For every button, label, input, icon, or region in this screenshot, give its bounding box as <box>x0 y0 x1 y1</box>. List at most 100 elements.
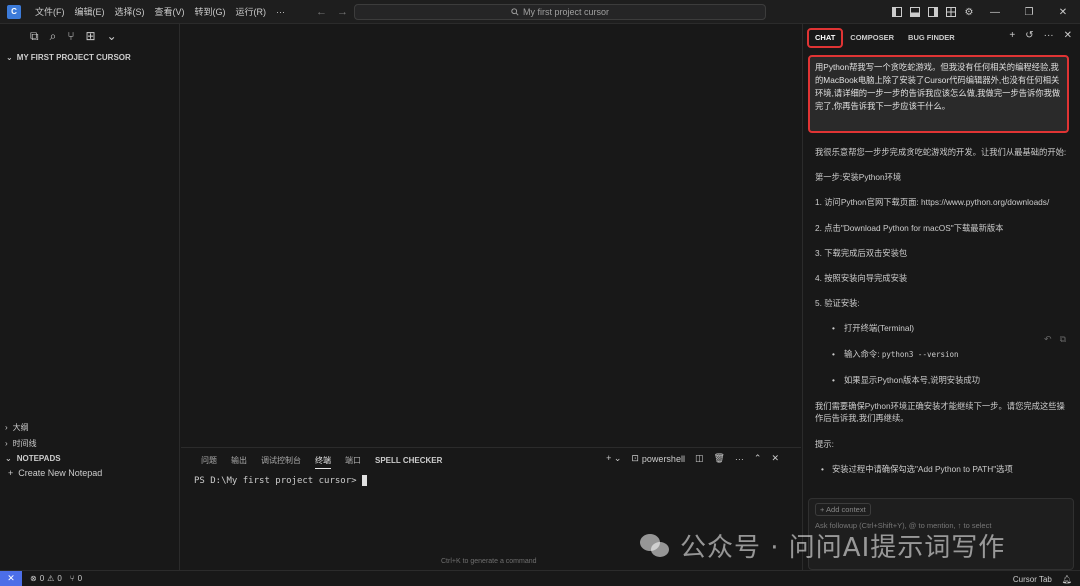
terminal-output[interactable]: PS D:\My first project cursor> <box>194 475 367 486</box>
project-header[interactable]: ⌄ MY FIRST PROJECT CURSOR <box>6 53 131 62</box>
section-notepads[interactable]: ⌄ NOTEPADS <box>5 454 61 463</box>
menu-selection[interactable]: 选择(S) <box>110 0 150 24</box>
tab-problems[interactable]: 问题 <box>194 448 224 474</box>
shell-name: powershell <box>641 453 685 464</box>
port-count: 0 <box>77 574 83 583</box>
more-icon[interactable]: ··· <box>735 454 744 464</box>
tab-chat[interactable]: CHAT <box>807 28 844 48</box>
tab-output[interactable]: 输出 <box>224 448 254 474</box>
extensions-icon[interactable]: ⊞ <box>86 29 96 43</box>
section-timeline[interactable]: › 时间线 <box>5 438 37 449</box>
search-text: My first project cursor <box>522 7 609 17</box>
cursor-tab-status[interactable]: Cursor Tab <box>1013 575 1052 584</box>
tab-terminal[interactable]: 终端 <box>308 448 338 474</box>
minimize-icon[interactable]: — <box>978 0 1012 24</box>
title-bar: C 文件(F) 编辑(E) 选择(S) 查看(V) 转到(G) 运行(R) ··… <box>0 0 1080 24</box>
close-icon[interactable]: ✕ <box>1064 30 1072 41</box>
restore-icon[interactable]: ❐ <box>1012 0 1046 24</box>
verify-open-terminal: 打开终端(Terminal) <box>815 322 1071 335</box>
menu-edit[interactable]: 编辑(E) <box>70 0 110 24</box>
wechat-logo-icon <box>638 532 672 560</box>
remote-icon[interactable]: ✕ <box>0 570 22 586</box>
section-label: 时间线 <box>12 439 37 448</box>
history-icon[interactable]: ↺ <box>1025 30 1033 41</box>
chevron-right-icon: › <box>5 423 8 432</box>
menu-run[interactable]: 运行(R) <box>231 0 272 24</box>
menu-file[interactable]: 文件(F) <box>30 0 70 24</box>
tab-ports[interactable]: 端口 <box>338 448 368 474</box>
section-label: 大纲 <box>12 423 29 432</box>
response-followup-note: 我们需要确保Python环境正确安装才能继续下一步。请您完成这些操作后告诉我,我… <box>815 400 1065 424</box>
editor-area[interactable] <box>181 24 801 447</box>
copy-icon[interactable]: ⧉ <box>1060 334 1066 345</box>
tab-bug-finder[interactable]: BUG FINDER <box>901 30 962 46</box>
verify-input-command: 输入命令: python3 --version <box>815 348 1071 362</box>
app-logo: C <box>7 4 21 19</box>
new-terminal-icon[interactable]: + ⌄ <box>606 453 621 464</box>
new-chat-icon[interactable]: + <box>1009 30 1015 41</box>
layout-grid-icon[interactable] <box>942 0 960 24</box>
watermark-text: 公众号 · 问问AI提示词写作 <box>680 533 1006 563</box>
error-count: 0 <box>39 574 45 583</box>
undo-icon[interactable]: ↶ <box>1044 334 1052 345</box>
chat-tabs: CHAT COMPOSER BUG FINDER <box>803 28 962 48</box>
bell-icon[interactable]: 🔔︎ <box>1062 575 1072 584</box>
response-step-title: 第一步:安装Python环境 <box>815 172 902 183</box>
chevron-down-icon[interactable]: ⌄ <box>107 29 117 43</box>
trash-icon[interactable]: 🗑 <box>713 453 724 464</box>
layout-sidebar-right-icon[interactable] <box>924 0 942 24</box>
menu-bar: 文件(F) 编辑(E) 选择(S) 查看(V) 转到(G) 运行(R) ··· <box>30 0 290 24</box>
ports-status[interactable]: ⑂ 0 <box>70 574 82 583</box>
terminal-shell-selector[interactable]: ⊡ powershell <box>631 453 685 464</box>
user-prompt-message[interactable]: 用Python帮我写一个贪吃蛇游戏。但我没有任何相关的编程经验,我的MacBoo… <box>808 55 1069 133</box>
status-bar: ✕ ⊗ 0 ⚠ 0 ⑂ 0 Cursor Tab 🔔︎ <box>0 570 1080 586</box>
layout-sidebar-left-icon[interactable] <box>888 0 906 24</box>
port-icon: ⑂ <box>69 574 75 583</box>
terminal-hint: Ctrl+K to generate a command <box>441 558 537 565</box>
tab-composer[interactable]: COMPOSER <box>843 30 901 46</box>
message-actions: ↶ ⧉ <box>1044 334 1066 345</box>
more-icon[interactable]: ··· <box>1044 30 1054 41</box>
error-icon: ⊗ <box>30 574 37 583</box>
assistant-response: 我很乐意帮您一步步完成贪吃蛇游戏的开发。让我们从最基础的开始: 第一步:安装Py… <box>815 146 1071 488</box>
inline-code: python3 --version <box>881 349 959 359</box>
menu-view[interactable]: 查看(V) <box>150 0 190 24</box>
tab-spell-checker[interactable]: SPELL CHECKER <box>368 448 449 474</box>
response-step-3: 3. 下载完成后双击安装包 <box>815 247 908 258</box>
section-outline[interactable]: › 大纲 <box>5 422 29 433</box>
terminal-cursor <box>361 475 367 486</box>
sidebar-toolbar: ⧉ ⌕ ⑂ ⊞ ⌄ <box>0 24 179 48</box>
gear-icon[interactable]: ⚙ <box>960 0 978 24</box>
response-step-4: 4. 按照安装向导完成安装 <box>815 272 908 283</box>
split-terminal-icon[interactable]: ◫ <box>695 453 704 464</box>
layout-panel-icon[interactable] <box>906 0 924 24</box>
response-intro: 我很乐意帮您一步步完成贪吃蛇游戏的开发。让我们从最基础的开始: <box>815 147 1067 157</box>
chat-actions: + ↺ ··· ✕ <box>1009 30 1072 41</box>
tab-debug-console[interactable]: 调试控制台 <box>254 448 308 474</box>
verify-input-prefix: 输入命令: <box>844 348 882 359</box>
forward-arrow-icon[interactable]: → <box>337 6 348 18</box>
source-control-icon[interactable]: ⑂ <box>67 29 74 43</box>
explorer-sidebar: ⧉ ⌕ ⑂ ⊞ ⌄ ⌄ MY FIRST PROJECT CURSOR › 大纲… <box>0 24 180 570</box>
maximize-panel-icon[interactable]: ⌃ <box>754 453 762 464</box>
close-panel-icon[interactable]: ✕ <box>771 453 779 464</box>
project-title: MY FIRST PROJECT CURSOR <box>16 53 131 62</box>
close-window-icon[interactable]: ✕ <box>1046 0 1080 24</box>
watermark: 公众号 · 问问AI提示词写作 <box>638 527 1005 564</box>
search-icon[interactable]: ⌕ <box>50 29 57 44</box>
files-icon[interactable]: ⧉ <box>30 29 39 44</box>
problems-status[interactable]: ⊗ 0 ⚠ 0 <box>30 574 62 583</box>
nav-arrows: ← → <box>316 0 348 24</box>
create-notepad-button[interactable]: + Create New Notepad <box>8 468 102 478</box>
response-step-2: 2. 点击"Download Python for macOS"下载最新版本 <box>815 222 1004 233</box>
terminal-icon: ⊡ <box>631 453 639 463</box>
menu-more[interactable]: ··· <box>271 0 290 24</box>
menu-go[interactable]: 转到(G) <box>190 0 231 24</box>
response-tips-title: 提示: <box>815 438 834 449</box>
title-right-controls: ⚙ — ❐ ✕ <box>888 0 1080 24</box>
verify-success: 如果显示Python版本号,说明安装成功 <box>815 374 1071 387</box>
back-arrow-icon[interactable]: ← <box>316 6 327 18</box>
add-context-button[interactable]: + Add context <box>815 503 871 516</box>
chat-pane: CHAT COMPOSER BUG FINDER + ↺ ··· ✕ 用Pyth… <box>802 24 1080 570</box>
command-center-search[interactable]: My first project cursor <box>354 4 766 20</box>
